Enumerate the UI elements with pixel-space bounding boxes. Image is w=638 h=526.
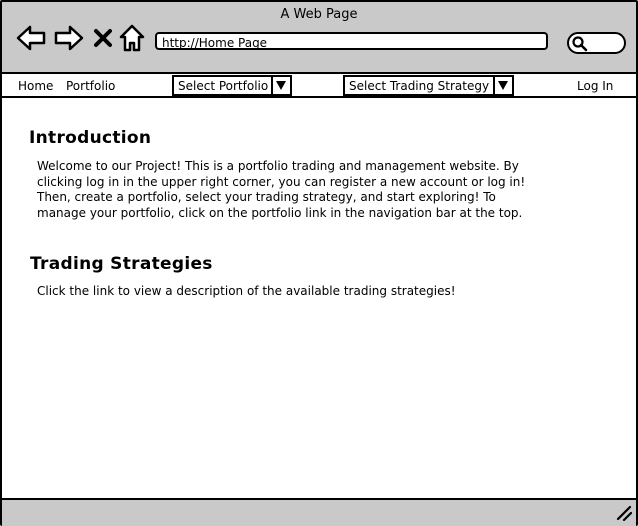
forward-arrow-icon[interactable]: [54, 24, 84, 56]
back-arrow-icon[interactable]: [16, 24, 46, 56]
window-title: A Web Page: [280, 7, 358, 22]
search-field[interactable]: [567, 32, 626, 54]
navigation-bar: Home Portfolio Select Portfolio Select T…: [2, 74, 636, 98]
introduction-heading: Introduction: [29, 128, 152, 148]
home-icon[interactable]: [119, 24, 145, 56]
resize-grip-icon[interactable]: [616, 505, 633, 525]
browser-window: A Web Page http://Home Page Home Portfol…: [0, 0, 638, 526]
address-bar[interactable]: http://Home Page: [155, 32, 548, 50]
introduction-text: Welcome to our Project! This is a portfo…: [37, 159, 525, 221]
search-icon: [571, 35, 589, 57]
status-bar: [2, 498, 636, 526]
select-trading-strategy-label: Select Trading Strategy: [349, 79, 490, 93]
trading-strategies-heading: Trading Strategies: [30, 254, 213, 274]
select-portfolio-label: Select Portfolio: [178, 79, 269, 93]
introduction-line: clicking log in in the upper right corne…: [37, 174, 526, 189]
browser-toolbar: A Web Page http://Home Page: [2, 2, 636, 74]
select-portfolio-dropdown[interactable]: Select Portfolio: [172, 75, 292, 96]
chevron-down-icon[interactable]: [493, 77, 512, 94]
login-link[interactable]: Log In: [577, 79, 613, 93]
introduction-line: Welcome to our Project! This is a portfo…: [37, 159, 519, 173]
chevron-down-icon[interactable]: [271, 77, 290, 94]
nav-home-link[interactable]: Home: [18, 79, 53, 93]
nav-portfolio-link[interactable]: Portfolio: [66, 79, 115, 93]
introduction-line: manage your portfolio, click on the port…: [37, 205, 523, 220]
introduction-line: Then, create a portfolio, select your tr…: [37, 190, 496, 205]
close-x-icon[interactable]: [93, 28, 113, 52]
select-trading-strategy-dropdown[interactable]: Select Trading Strategy: [343, 75, 514, 96]
trading-strategies-text: Click the link to view a description of …: [37, 284, 456, 298]
